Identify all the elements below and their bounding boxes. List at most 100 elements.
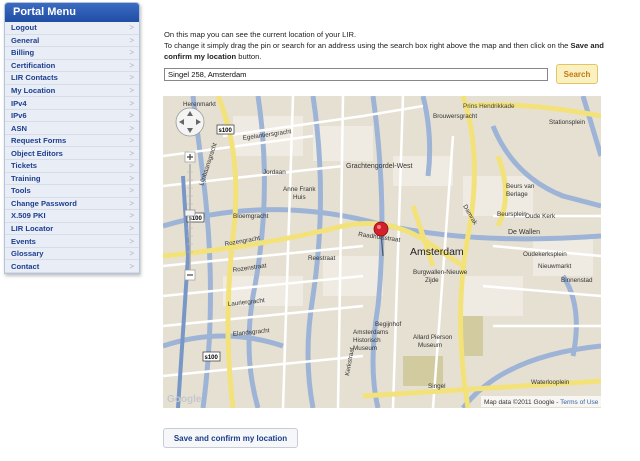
sidebar-item-contact[interactable]: Contact >	[5, 260, 139, 273]
label-nieuwmarkt: Nieuwmarkt	[538, 263, 571, 270]
label-burgwallen-2: Zijde	[425, 277, 439, 284]
sidebar-item-label: IPv6	[11, 111, 27, 121]
sidebar-item-label: Tickets	[11, 161, 38, 171]
label-grachtengordel: Grachtengordel-West	[346, 163, 412, 170]
sidebar-item-label: Events	[11, 236, 36, 246]
sidebar-item-asn[interactable]: ASN >	[5, 122, 139, 135]
chevron-right-icon: >	[129, 186, 134, 196]
sidebar-item-label: X.509 PKI	[11, 211, 46, 221]
label-historisch-3: Museum	[353, 345, 377, 352]
chevron-right-icon: >	[129, 60, 134, 70]
sidebar-item-label: General	[11, 35, 40, 45]
sidebar-item-label: Logout	[11, 23, 37, 33]
sidebar-item-label: Billing	[11, 48, 35, 58]
sidebar-item-object-editors[interactable]: Object Editors >	[5, 147, 139, 161]
label-historisch-2: Historisch	[353, 337, 381, 344]
chevron-right-icon: >	[129, 136, 134, 146]
sidebar-item-label: ASN	[11, 123, 28, 133]
chevron-right-icon: >	[129, 224, 134, 234]
chevron-right-icon: >	[129, 123, 134, 133]
sidebar-item-training[interactable]: Training >	[5, 173, 139, 186]
zoom-slider-handle[interactable]	[184, 209, 196, 217]
sidebar-item-label: Object Editors	[11, 148, 63, 158]
portal-menu-title: Portal Menu	[5, 3, 139, 22]
label-burgwallen-1: Burgwallen-Nieuwe	[413, 269, 468, 276]
map-pan-control[interactable]	[175, 107, 205, 137]
label-reestraat: Reestraat	[308, 255, 336, 262]
label-bloemgracht: Bloemgracht	[233, 213, 269, 220]
sidebar-item-tickets[interactable]: Tickets >	[5, 160, 139, 173]
sidebar-item-glossary[interactable]: Glossary >	[5, 248, 139, 261]
save-and-confirm-location-button[interactable]: Save and confirm my location	[163, 428, 298, 448]
sidebar-item-label: LIR Contacts	[11, 73, 58, 83]
portal-menu: Portal Menu Logout > General > Billing > Certi…	[4, 2, 140, 274]
map-attribution: Map data ©2011 Google - Terms of Use	[484, 398, 599, 406]
address-search-input[interactable]	[164, 68, 548, 81]
sidebar-item-label: IPv4	[11, 98, 27, 108]
sidebar-item-ipv4[interactable]: IPv4 >	[5, 97, 139, 110]
label-stationsplein: Stationsplein	[549, 119, 586, 126]
intro-line-2: To change it simply drag the pin or sear…	[164, 41, 604, 61]
sidebar-item-events[interactable]: Events >	[5, 235, 139, 248]
intro-line-1: On this map you can see the current loca…	[164, 30, 357, 39]
chevron-right-icon: >	[129, 73, 134, 83]
sidebar-item-label: My Location	[11, 86, 56, 95]
chevron-right-icon: >	[129, 48, 134, 58]
sidebar-item-change-password[interactable]: Change Password >	[5, 198, 139, 211]
label-beursplein: Beursplein	[497, 211, 527, 218]
label-allard-2: Museum	[418, 342, 442, 349]
sidebar-item-label: Glossary	[11, 249, 44, 259]
label-herenmarkt: Herenmarkt	[183, 101, 216, 108]
label-brouwersgracht: Brouwersgracht	[433, 113, 477, 120]
menu-list: Logout > General > Billing > Certification > LIR…	[5, 22, 139, 273]
chevron-right-icon: >	[129, 148, 134, 158]
label-oude-kerk: Oude Kerk	[525, 213, 556, 220]
sidebar-item-label: Tools	[11, 186, 31, 196]
sidebar-item-label: Training	[11, 173, 41, 183]
intro-text: On this map you can see the current loca…	[164, 29, 604, 62]
chevron-right-icon: >	[129, 249, 134, 259]
road-badge-s100-a: s100	[219, 128, 233, 134]
sidebar-item-label: Change Password	[11, 198, 77, 208]
map-view[interactable]: Herenmarkt Prins Hendrikkade Brouwersgra…	[163, 96, 601, 408]
chevron-right-icon: >	[129, 111, 134, 121]
label-historisch-1: Amsterdams	[353, 329, 388, 336]
map-canvas[interactable]: Herenmarkt Prins Hendrikkade Brouwersgra…	[163, 96, 601, 408]
sidebar-item-billing[interactable]: Billing >	[5, 47, 139, 60]
terms-of-use-link[interactable]: Terms of Use	[560, 399, 599, 406]
sidebar-item-certification[interactable]: Certification >	[5, 60, 139, 73]
chevron-right-icon: >	[129, 173, 134, 183]
chevron-right-icon: >	[129, 161, 134, 171]
label-begijnhof: Begijnhof	[375, 321, 402, 328]
chevron-right-icon: >	[129, 86, 134, 95]
label-anne-frank-2: Huis	[293, 194, 306, 201]
sidebar-item-request-forms[interactable]: Request Forms >	[5, 135, 139, 148]
sidebar-item-x-509-pki[interactable]: X.509 PKI >	[5, 210, 139, 223]
label-allard-1: Allard Pierson	[413, 334, 453, 341]
chevron-right-icon: >	[129, 261, 134, 271]
chevron-right-icon: >	[129, 98, 134, 108]
sidebar-item-logout[interactable]: Logout >	[5, 22, 139, 35]
sidebar-item-general[interactable]: General >	[5, 35, 139, 48]
sidebar-item-my-location[interactable]: My Location >	[5, 85, 139, 98]
chevron-right-icon: >	[129, 35, 134, 45]
label-amsterdam: Amsterdam	[410, 246, 464, 258]
search-button[interactable]: Search	[556, 64, 598, 84]
sidebar-item-label: LIR Locator	[11, 224, 54, 234]
chevron-right-icon: >	[129, 236, 134, 246]
google-logo: Google	[167, 394, 202, 405]
chevron-right-icon: >	[129, 211, 134, 221]
label-beurs-2: Berlage	[506, 191, 528, 198]
label-anne-frank: Anne Frank	[283, 186, 316, 193]
sidebar-item-ipv6[interactable]: IPv6 >	[5, 110, 139, 123]
road-badge-s100-c: s100	[205, 355, 219, 361]
chevron-right-icon: >	[129, 23, 134, 33]
label-de-wallen: De Wallen	[508, 229, 540, 236]
sidebar-item-lir-contacts[interactable]: LIR Contacts >	[5, 72, 139, 85]
sidebar-item-lir-locator[interactable]: LIR Locator >	[5, 223, 139, 236]
chevron-right-icon: >	[129, 198, 134, 208]
label-binnenstad: Binnenstad	[561, 277, 593, 284]
label-prins-hendrikkade: Prins Hendrikkade	[463, 103, 515, 110]
sidebar-item-tools[interactable]: Tools >	[5, 185, 139, 198]
sidebar-item-label: Request Forms	[11, 136, 67, 146]
